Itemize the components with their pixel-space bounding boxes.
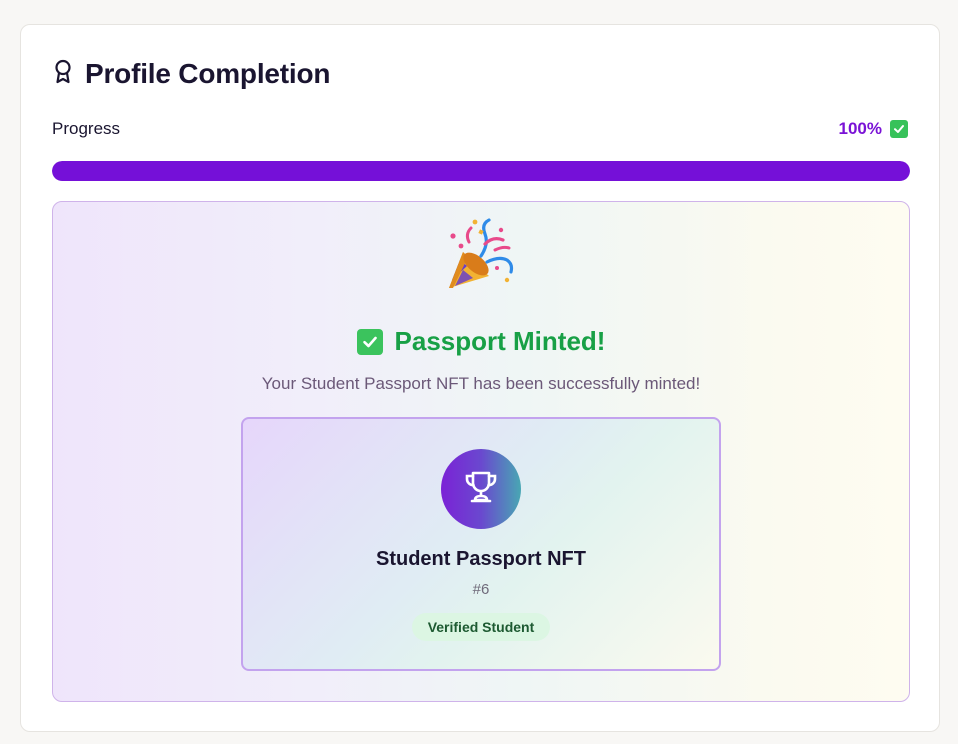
progress-label: Progress — [52, 119, 121, 138]
status-badge: Verified Student — [412, 613, 550, 641]
check-box-icon — [356, 328, 383, 355]
nft-card: Student Passport NFT #6 Verified Student — [241, 417, 721, 671]
profile-completion-card: Profile Completion Progress 100% Passpor… — [20, 24, 940, 732]
nft-avatar — [441, 449, 521, 529]
nft-name: Student Passport NFT — [375, 548, 586, 570]
trophy-icon — [461, 467, 501, 512]
minted-subtitle: Your Student Passport NFT has been succe… — [261, 374, 701, 393]
progress-row: Progress 100% — [52, 119, 908, 139]
mint-success-panel: Passport Minted! Your Student Passport N… — [52, 201, 910, 702]
progress-percent-group: 100% — [839, 119, 908, 139]
minted-title-row: Passport Minted! — [53, 326, 909, 357]
progress-percent: 100% — [838, 119, 882, 138]
party-popper-icon — [441, 216, 517, 296]
progress-bar — [52, 161, 910, 181]
minted-title: Passport Minted! — [394, 326, 606, 356]
award-icon — [53, 59, 73, 90]
nft-id: #6 — [472, 581, 490, 598]
progress-bar-fill — [52, 161, 910, 181]
check-box-icon — [890, 120, 908, 138]
card-header: Profile Completion — [53, 57, 330, 91]
page-title: Profile Completion — [85, 58, 331, 89]
